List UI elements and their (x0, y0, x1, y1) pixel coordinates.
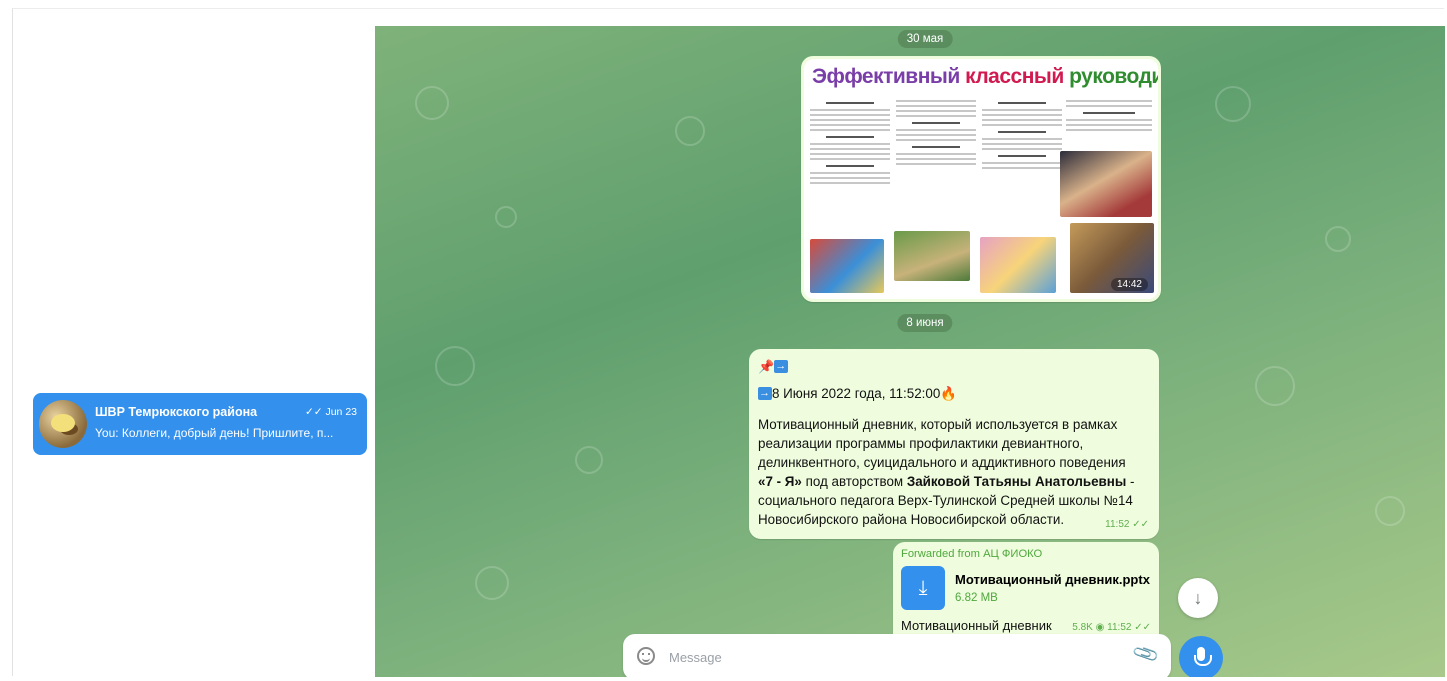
chat-panel: 30 мая Эффективный классный руководитель (375, 26, 1445, 677)
wallpaper-pattern (1325, 226, 1351, 252)
file-caption: Мотивационный дневник (901, 618, 1052, 633)
read-checks-icon: ✓✓ (304, 406, 323, 418)
message-line: Мотивационный дневник, который используе… (758, 417, 1118, 432)
text-message[interactable]: 📌 8 Июня 2022 года, 11:52:00🔥 Мотивацион… (749, 349, 1159, 539)
poster-photo (810, 239, 884, 293)
wallpaper-pattern (575, 446, 603, 474)
file-name[interactable]: Мотивационный дневник.pptx (955, 572, 1150, 587)
download-icon[interactable]: ⤓ (901, 566, 945, 610)
message-line: реализации программы профилактики девиан… (758, 436, 1084, 451)
wallpaper-pattern (1255, 366, 1295, 406)
scroll-down-button[interactable]: ↓ (1178, 578, 1218, 618)
poster-photo (980, 237, 1056, 293)
file-size: 6.82 MB (955, 592, 998, 604)
microphone-button[interactable] (1179, 636, 1223, 677)
forwarded-label[interactable]: Forwarded from АЦ ФИОКО (901, 548, 1151, 560)
eye-icon: ◉ (1095, 622, 1105, 633)
wallpaper-pattern (1215, 86, 1251, 122)
wallpaper-pattern (1375, 496, 1405, 526)
message-line: «7 - Я» под авторством Зайковой Татьяны … (758, 474, 1135, 489)
wallpaper-pattern (435, 346, 475, 386)
message-line: Новосибирского района Новосибирской обла… (758, 512, 1065, 527)
wallpaper-pattern (495, 206, 517, 228)
chat-preview: You: Коллеги, добрый день! Пришлите, п..… (95, 426, 334, 440)
message-date-line: 8 Июня 2022 года, 11:52:00 (772, 386, 941, 401)
chat-time: ✓✓ Jun 23 (304, 406, 357, 418)
pin-icon: 📌 (758, 359, 775, 374)
message-line: делинквентного, суицидального и аддиктив… (758, 455, 1126, 470)
chat-list-item[interactable]: ШВР Темрюкского района ✓✓ Jun 23 You: Ко… (33, 393, 367, 455)
date-separator: 30 мая (897, 30, 953, 48)
wallpaper-pattern (675, 116, 705, 146)
message-line: социального педагога Верх-Тулинской Сред… (758, 493, 1133, 508)
arrow-right-icon (758, 384, 772, 403)
poster-image: Эффективный классный руководитель (804, 59, 1158, 299)
message-composer: 📎 (623, 634, 1171, 677)
chat-title: ШВР Темрюкского района (95, 405, 258, 419)
arrow-right-icon (774, 357, 789, 376)
app-window: ШВР Темрюкского района ✓✓ Jun 23 You: Ко… (12, 8, 1445, 677)
poster-title: Эффективный классный руководитель (812, 65, 1158, 88)
date-separator: 8 июня (897, 314, 953, 332)
read-checks-icon: ✓✓ (1132, 519, 1149, 530)
poster-photo (1060, 151, 1152, 217)
avatar (39, 400, 87, 448)
paperclip-icon[interactable]: 📎 (1131, 640, 1161, 669)
message-time: 11:52 ✓✓ (1105, 519, 1149, 530)
wallpaper-pattern (475, 566, 509, 600)
image-message[interactable]: Эффективный классный руководитель (801, 56, 1161, 302)
wallpaper-pattern (415, 86, 449, 120)
message-time: 14:42 (1110, 278, 1148, 291)
read-checks-icon: ✓✓ (1134, 622, 1151, 633)
message-input[interactable] (669, 647, 1109, 667)
message-meta: 5.8K ◉ 11:52 ✓✓ (1072, 622, 1151, 633)
poster-photo (894, 231, 970, 281)
sidebar: ШВР Темрюкского района ✓✓ Jun 23 You: Ко… (13, 9, 375, 677)
arrow-down-icon: ↓ (1193, 588, 1203, 608)
fire-icon: 🔥 (940, 386, 957, 401)
emoji-icon[interactable] (637, 647, 655, 665)
